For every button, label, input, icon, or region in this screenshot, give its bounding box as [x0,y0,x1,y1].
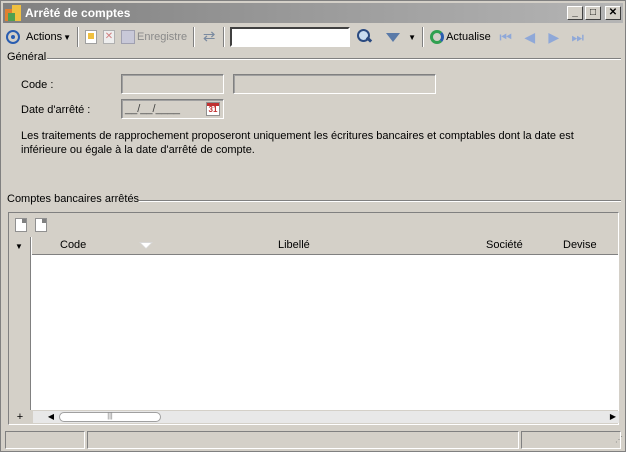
accounts-grid: ▼ Code Libellé Société Devise + ◀ ||| ▶ [8,212,619,425]
window-title: Arrêté de comptes [25,6,131,20]
scroll-right-icon[interactable]: ▶ [607,411,619,423]
main-window: Arrêté de comptes _ □ ✕ Actions ▼ ✕ Enre… [0,0,626,452]
sync-button[interactable]: ⇄ [198,26,220,48]
save-icon [121,30,135,44]
toolbar-separator [77,27,79,47]
close-button[interactable]: ✕ [605,6,621,20]
search-button[interactable] [350,26,377,48]
new-button[interactable] [82,26,100,48]
accounts-section-label: Comptes bancaires arrêtés [7,193,140,205]
column-libelle[interactable]: Libellé [278,239,310,251]
maximize-button[interactable]: □ [585,6,601,20]
refresh-icon [430,30,445,44]
new-icon [85,30,97,44]
next-icon[interactable]: ▶ [542,29,566,46]
minimize-button[interactable]: _ [567,6,583,20]
code-label: Code : [21,79,54,91]
calendar-icon[interactable]: 31 [206,102,220,116]
toolbar: Actions ▼ ✕ Enregistre ⇄ ▼ Actualise ⏮ ◀… [3,25,623,49]
save-label: Enregistre [137,31,188,43]
toolbar-separator [223,27,226,47]
add-row-button[interactable]: + [9,411,31,423]
resize-grip-icon[interactable]: ⋰ [611,436,623,449]
group-divider [139,200,621,202]
toolbar-separator [193,27,196,47]
info-text: Les traitements de rapprochement propose… [21,130,574,156]
chevron-down-icon: ▼ [408,32,417,42]
filter-button[interactable]: ▼ [377,26,419,48]
status-cell [5,431,85,449]
prev-icon[interactable]: ◀ [518,29,542,46]
first-icon[interactable]: ⏮ [494,29,518,46]
column-code[interactable]: Code [60,239,86,251]
general-section-label: Général [7,51,47,63]
app-icon [5,5,21,21]
grid-footer: + ◀ ||| ▶ [9,410,619,424]
date-label: Date d'arrêté : [21,104,91,116]
scroll-left-icon[interactable]: ◀ [45,411,57,423]
sync-icon: ⇄ [202,28,216,45]
chevron-down-icon: ▼ [63,32,71,42]
delete-icon: ✕ [103,30,115,44]
status-cell [87,431,519,449]
search-icon [356,28,374,46]
grid-delete-row-icon[interactable] [35,218,47,232]
save-button[interactable]: Enregistre [118,26,190,48]
refresh-label: Actualise [446,31,491,43]
grid-add-row-icon[interactable] [15,218,27,232]
code-input[interactable] [121,74,224,94]
column-societe[interactable]: Société [486,239,523,251]
column-devise[interactable]: Devise [563,239,597,251]
title-bar: Arrêté de comptes _ □ ✕ [3,3,623,23]
last-icon[interactable]: ⏭ [566,29,590,46]
group-divider [47,58,621,60]
row-header: ▼ [9,237,31,412]
grid-toolbar [9,213,618,237]
actions-icon [6,30,20,44]
actions-label: Actions [26,31,63,43]
row-menu-icon[interactable]: ▼ [15,242,23,251]
refresh-button[interactable]: Actualise [427,26,494,48]
status-bar [5,431,623,449]
filter-icon [386,32,401,42]
toolbar-separator [422,27,425,47]
horizontal-scrollbar[interactable]: ◀ ||| ▶ [33,411,619,423]
sort-icon[interactable] [139,242,153,249]
grid-header: Code Libellé Société Devise [32,237,618,255]
code-description-input[interactable] [233,74,436,94]
actions-menu-button[interactable]: Actions ▼ [3,26,74,48]
scroll-thumb[interactable]: ||| [59,412,161,422]
search-input[interactable] [230,27,351,47]
status-cell [521,431,621,449]
delete-button[interactable]: ✕ [100,26,118,48]
